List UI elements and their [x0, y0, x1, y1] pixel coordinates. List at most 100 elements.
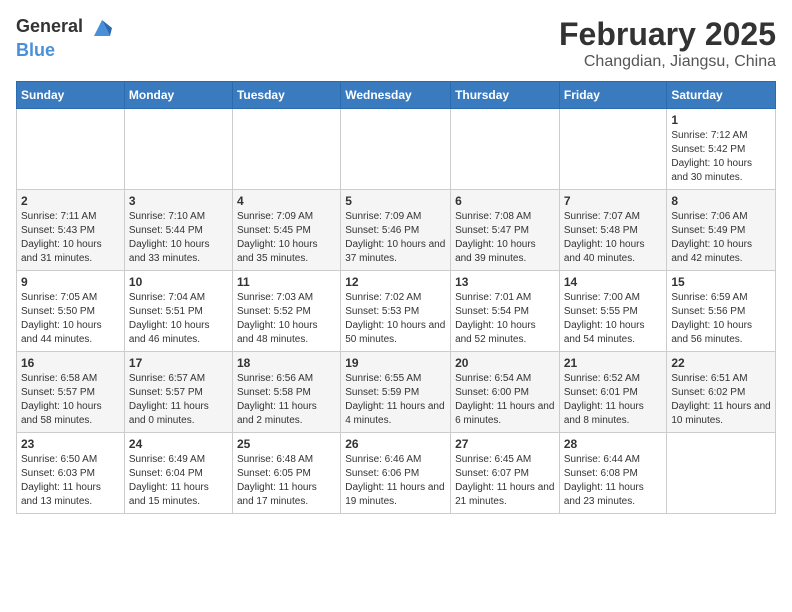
day-number: 5: [345, 194, 446, 208]
calendar-cell: 19 Sunrise: 6:55 AM Sunset: 5:59 PM Dayli…: [341, 352, 451, 433]
day-number: 16: [21, 356, 120, 370]
day-info: Sunrise: 7:02 AM Sunset: 5:53 PM Dayligh…: [345, 291, 446, 347]
calendar-cell: 23 Sunrise: 6:50 AM Sunset: 6:03 PM Dayli…: [17, 433, 125, 514]
calendar-cell: [451, 109, 560, 190]
day-number: 9: [21, 275, 120, 289]
day-info: Sunrise: 6:51 AM Sunset: 6:02 PM Dayligh…: [671, 372, 771, 428]
day-info: Sunrise: 6:58 AM Sunset: 5:57 PM Dayligh…: [21, 372, 120, 428]
day-number: 10: [129, 275, 228, 289]
day-number: 28: [564, 437, 663, 451]
calendar-cell: 2Sunrise: 7:11 AM Sunset: 5:43 PM Daylig…: [17, 190, 125, 271]
day-header-sunday: Sunday: [17, 82, 125, 109]
week-row-5: 23 Sunrise: 6:50 AM Sunset: 6:03 PM Dayli…: [17, 433, 776, 514]
calendar-cell: [124, 109, 232, 190]
calendar-header: SundayMondayTuesdayWednesdayThursdayFrid…: [17, 82, 776, 109]
calendar-cell: 17 Sunrise: 6:57 AM Sunset: 5:57 PM Dayli…: [124, 352, 232, 433]
day-number: 14: [564, 275, 663, 289]
day-number: 15: [671, 275, 771, 289]
calendar-cell: 9 Sunrise: 7:05 AM Sunset: 5:50 PM Daylig…: [17, 271, 125, 352]
calendar-cell: 27Sunrise: 6:45 AM Sunset: 6:07 PM Dayli…: [451, 433, 560, 514]
calendar-cell: 26 Sunrise: 6:46 AM Sunset: 6:06 PM Dayli…: [341, 433, 451, 514]
day-number: 4: [237, 194, 336, 208]
day-number: 22: [671, 356, 771, 370]
location-title: Changdian, Jiangsu, China: [559, 53, 776, 71]
day-number: 2: [21, 194, 120, 208]
calendar-cell: 6Sunrise: 7:08 AM Sunset: 5:47 PM Daylig…: [451, 190, 560, 271]
calendar-cell: 14 Sunrise: 7:00 AM Sunset: 5:55 PM Dayli…: [559, 271, 667, 352]
calendar-cell: 28 Sunrise: 6:44 AM Sunset: 6:08 PM Dayli…: [559, 433, 667, 514]
day-info: Sunrise: 6:48 AM Sunset: 6:05 PM Dayligh…: [237, 453, 336, 509]
day-info: Sunrise: 7:08 AM Sunset: 5:47 PM Dayligh…: [455, 210, 555, 266]
calendar-cell: 12 Sunrise: 7:02 AM Sunset: 5:53 PM Dayli…: [341, 271, 451, 352]
calendar-cell: [17, 109, 125, 190]
calendar-cell: [232, 109, 340, 190]
day-info: Sunrise: 7:04 AM Sunset: 5:51 PM Dayligh…: [129, 291, 228, 347]
logo-blue: Blue: [16, 40, 55, 60]
day-info: Sunrise: 7:00 AM Sunset: 5:55 PM Dayligh…: [564, 291, 663, 347]
calendar-cell: 8 Sunrise: 7:06 AM Sunset: 5:49 PM Daylig…: [667, 190, 776, 271]
calendar-cell: 5 Sunrise: 7:09 AM Sunset: 5:46 PM Daylig…: [341, 190, 451, 271]
logo: General Blue: [16, 16, 114, 61]
day-header-wednesday: Wednesday: [341, 82, 451, 109]
day-number: 21: [564, 356, 663, 370]
calendar-cell: 15 Sunrise: 6:59 AM Sunset: 5:56 PM Dayli…: [667, 271, 776, 352]
day-header-saturday: Saturday: [667, 82, 776, 109]
day-info: Sunrise: 6:46 AM Sunset: 6:06 PM Dayligh…: [345, 453, 446, 509]
day-number: 20: [455, 356, 555, 370]
day-info: Sunrise: 6:57 AM Sunset: 5:57 PM Dayligh…: [129, 372, 228, 428]
week-row-4: 16 Sunrise: 6:58 AM Sunset: 5:57 PM Dayli…: [17, 352, 776, 433]
day-info: Sunrise: 6:55 AM Sunset: 5:59 PM Dayligh…: [345, 372, 446, 428]
day-info: Sunrise: 7:03 AM Sunset: 5:52 PM Dayligh…: [237, 291, 336, 347]
title-area: February 2025 Changdian, Jiangsu, China: [559, 16, 776, 71]
calendar-cell: 22 Sunrise: 6:51 AM Sunset: 6:02 PM Dayli…: [667, 352, 776, 433]
day-info: Sunrise: 7:01 AM Sunset: 5:54 PM Dayligh…: [455, 291, 555, 347]
day-header-monday: Monday: [124, 82, 232, 109]
day-number: 13: [455, 275, 555, 289]
day-info: Sunrise: 6:59 AM Sunset: 5:56 PM Dayligh…: [671, 291, 771, 347]
day-number: 12: [345, 275, 446, 289]
day-info: Sunrise: 6:49 AM Sunset: 6:04 PM Dayligh…: [129, 453, 228, 509]
day-header-thursday: Thursday: [451, 82, 560, 109]
calendar-cell: 10 Sunrise: 7:04 AM Sunset: 5:51 PM Dayli…: [124, 271, 232, 352]
day-info: Sunrise: 6:52 AM Sunset: 6:01 PM Dayligh…: [564, 372, 663, 428]
day-number: 19: [345, 356, 446, 370]
calendar-body: 1Sunrise: 7:12 AM Sunset: 5:42 PM Daylig…: [17, 109, 776, 514]
day-number: 18: [237, 356, 336, 370]
week-row-1: 1Sunrise: 7:12 AM Sunset: 5:42 PM Daylig…: [17, 109, 776, 190]
day-info: Sunrise: 6:56 AM Sunset: 5:58 PM Dayligh…: [237, 372, 336, 428]
calendar-cell: 16 Sunrise: 6:58 AM Sunset: 5:57 PM Dayli…: [17, 352, 125, 433]
day-info: Sunrise: 7:09 AM Sunset: 5:45 PM Dayligh…: [237, 210, 336, 266]
day-header-friday: Friday: [559, 82, 667, 109]
month-title: February 2025: [559, 16, 776, 53]
calendar-table: SundayMondayTuesdayWednesdayThursdayFrid…: [16, 81, 776, 514]
day-info: Sunrise: 7:09 AM Sunset: 5:46 PM Dayligh…: [345, 210, 446, 266]
day-number: 17: [129, 356, 228, 370]
day-number: 26: [345, 437, 446, 451]
day-info: Sunrise: 6:44 AM Sunset: 6:08 PM Dayligh…: [564, 453, 663, 509]
day-header-tuesday: Tuesday: [232, 82, 340, 109]
day-info: Sunrise: 6:54 AM Sunset: 6:00 PM Dayligh…: [455, 372, 555, 428]
calendar-cell: 13 Sunrise: 7:01 AM Sunset: 5:54 PM Dayli…: [451, 271, 560, 352]
day-info: Sunrise: 7:10 AM Sunset: 5:44 PM Dayligh…: [129, 210, 228, 266]
calendar-cell: 7Sunrise: 7:07 AM Sunset: 5:48 PM Daylig…: [559, 190, 667, 271]
day-info: Sunrise: 6:50 AM Sunset: 6:03 PM Dayligh…: [21, 453, 120, 509]
header-row: SundayMondayTuesdayWednesdayThursdayFrid…: [17, 82, 776, 109]
calendar-cell: [341, 109, 451, 190]
day-info: Sunrise: 6:45 AM Sunset: 6:07 PM Dayligh…: [455, 453, 555, 509]
calendar-cell: 21 Sunrise: 6:52 AM Sunset: 6:01 PM Dayli…: [559, 352, 667, 433]
day-number: 8: [671, 194, 771, 208]
day-info: Sunrise: 7:06 AM Sunset: 5:49 PM Dayligh…: [671, 210, 771, 266]
calendar-cell: [559, 109, 667, 190]
calendar-cell: 25Sunrise: 6:48 AM Sunset: 6:05 PM Dayli…: [232, 433, 340, 514]
calendar-cell: [667, 433, 776, 514]
day-info: Sunrise: 7:05 AM Sunset: 5:50 PM Dayligh…: [21, 291, 120, 347]
logo-general: General: [16, 16, 83, 36]
logo-icon: [90, 16, 114, 40]
day-number: 23: [21, 437, 120, 451]
calendar-cell: 24Sunrise: 6:49 AM Sunset: 6:04 PM Dayli…: [124, 433, 232, 514]
day-info: Sunrise: 7:12 AM Sunset: 5:42 PM Dayligh…: [671, 129, 771, 185]
calendar-cell: 18 Sunrise: 6:56 AM Sunset: 5:58 PM Dayli…: [232, 352, 340, 433]
day-number: 11: [237, 275, 336, 289]
logo-content: General Blue: [16, 16, 114, 61]
calendar-cell: 20 Sunrise: 6:54 AM Sunset: 6:00 PM Dayli…: [451, 352, 560, 433]
